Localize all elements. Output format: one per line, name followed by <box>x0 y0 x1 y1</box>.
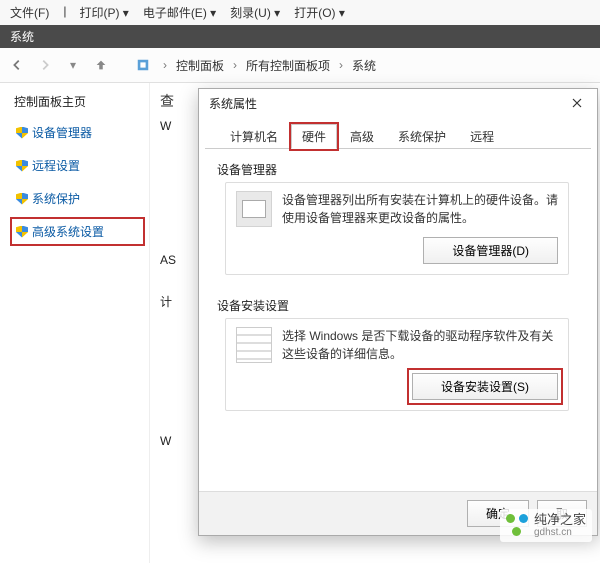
tab-system-protection[interactable]: 系统保护 <box>387 124 457 149</box>
nav-home-icon <box>132 54 154 76</box>
sidebar-item-remote[interactable]: 远程设置 <box>14 155 141 176</box>
sidebar-item-label: 远程设置 <box>32 157 80 174</box>
install-settings-desc: 选择 Windows 是否下载设备的驱动程序软件及有关这些设备的详细信息。 <box>282 327 558 363</box>
menubar: 文件(F) | 打印(P) ▾ 电子邮件(E) ▾ 刻录(U) ▾ 打开(O) … <box>0 0 600 25</box>
window-title: 系统 <box>0 25 600 48</box>
breadcrumb-all[interactable]: 所有控制面板项 <box>246 57 330 74</box>
dialog-close-button[interactable] <box>563 93 591 113</box>
tab-computer-name[interactable]: 计算机名 <box>219 124 289 149</box>
breadcrumb-sep: › <box>233 58 237 72</box>
menu-file[interactable]: 文件(F) <box>10 4 49 21</box>
tab-remote[interactable]: 远程 <box>459 124 505 149</box>
nav-back-icon[interactable] <box>6 54 28 76</box>
sidebar-item-advanced-settings[interactable]: 高级系统设置 <box>14 221 141 242</box>
section-device-manager: 设备管理器 设备管理器列出所有安装在计算机上的硬件设备。请使用设备管理器来更改设… <box>217 161 581 281</box>
main-stub: W <box>160 432 188 450</box>
device-manager-desc: 设备管理器列出所有安装在计算机上的硬件设备。请使用设备管理器来更改设备的属性。 <box>282 191 558 227</box>
tab-advanced[interactable]: 高级 <box>339 124 385 149</box>
sidebar-item-system-protection[interactable]: 系统保护 <box>14 188 141 209</box>
nav-up-icon[interactable] <box>90 54 112 76</box>
menu-email[interactable]: 电子邮件(E) ▾ <box>143 4 216 21</box>
section-heading: 设备管理器 <box>217 161 581 178</box>
sidebar-title: 控制面板主页 <box>14 93 141 110</box>
section-install-settings: 设备安装设置 选择 Windows 是否下载设备的驱动程序软件及有关这些设备的详… <box>217 297 581 417</box>
shield-icon <box>16 226 28 238</box>
tab-hardware[interactable]: 硬件 <box>291 124 337 149</box>
dialog-title: 系统属性 <box>209 95 257 112</box>
device-manager-icon <box>236 191 272 227</box>
navbar: ▾ › 控制面板 › 所有控制面板项 › 系统 <box>0 48 600 83</box>
watermark: 纯净之家 gdhst.cn <box>500 509 592 542</box>
shield-icon <box>16 160 28 172</box>
watermark-url: gdhst.cn <box>534 527 586 538</box>
install-settings-button[interactable]: 设备安装设置(S) <box>412 373 558 400</box>
watermark-name: 纯净之家 <box>534 513 586 527</box>
dialog-titlebar: 系统属性 <box>199 89 597 117</box>
sidebar-item-device-manager[interactable]: 设备管理器 <box>14 122 141 143</box>
shield-icon <box>16 127 28 139</box>
device-manager-button[interactable]: 设备管理器(D) <box>423 237 558 264</box>
section-heading: 设备安装设置 <box>217 297 581 314</box>
sidebar-item-label: 设备管理器 <box>32 124 92 141</box>
menu-print[interactable]: 打印(P) ▾ <box>79 4 128 21</box>
menu-separator: | <box>63 4 65 21</box>
menu-burn[interactable]: 刻录(U) ▾ <box>230 4 280 21</box>
sidebar-item-label: 高级系统设置 <box>32 223 104 240</box>
breadcrumb-sep: › <box>163 58 167 72</box>
sidebar: 控制面板主页 设备管理器 远程设置 系统保护 高级系统设置 <box>0 83 150 563</box>
menu-open[interactable]: 打开(O) ▾ <box>294 4 345 21</box>
nav-forward-icon[interactable] <box>34 54 56 76</box>
system-properties-dialog: 系统属性 计算机名 硬件 高级 系统保护 远程 设备管理器 设备管理器列出所有安… <box>198 88 598 536</box>
watermark-logo-icon <box>506 514 528 536</box>
breadcrumb-sep: › <box>339 58 343 72</box>
breadcrumb-current[interactable]: 系统 <box>352 57 376 74</box>
main-stub: 计 <box>160 291 188 312</box>
sidebar-item-label: 系统保护 <box>32 190 80 207</box>
dialog-tabs: 计算机名 硬件 高级 系统保护 远程 <box>205 117 591 149</box>
nav-dropdown-icon[interactable]: ▾ <box>62 54 84 76</box>
install-settings-icon <box>236 327 272 363</box>
groupbox-device-manager: 设备管理器列出所有安装在计算机上的硬件设备。请使用设备管理器来更改设备的属性。 … <box>225 182 569 275</box>
breadcrumb-root[interactable]: 控制面板 <box>176 57 224 74</box>
main-stub: AS <box>160 251 188 269</box>
shield-icon <box>16 193 28 205</box>
main-stub: W <box>160 117 188 135</box>
groupbox-install-settings: 选择 Windows 是否下载设备的驱动程序软件及有关这些设备的详细信息。 设备… <box>225 318 569 411</box>
